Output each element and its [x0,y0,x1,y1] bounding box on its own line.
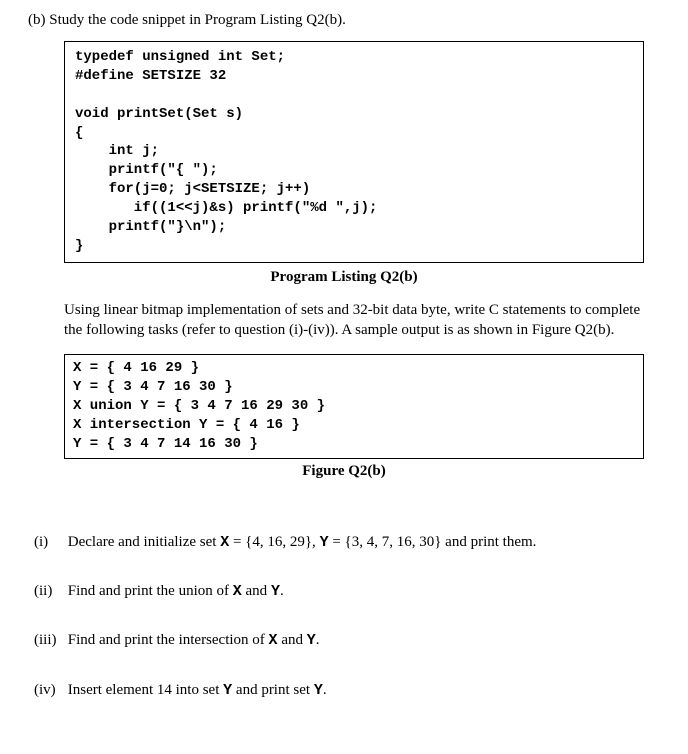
code-line: if((1<<j)&s) printf("%d ",j); [75,200,377,216]
subquestion-iii: (iii) Find and print the intersection of… [34,630,644,651]
subq-text: Find and print the union of [68,583,233,599]
program-listing-caption: Program Listing Q2(b) [24,269,664,286]
question-header: (b) Study the code snippet in Program Li… [28,12,664,29]
output-line: Y = { 3 4 7 16 30 } [73,379,233,395]
subq-number: (iv) [34,680,64,700]
subquestion-iv: (iv) Insert element 14 into set Y and pr… [34,680,644,701]
output-line: X = { 4 16 29 } [73,360,199,376]
output-line: X intersection Y = { 4 16 } [73,417,300,433]
subq-text: = {4, 16, 29}, [229,534,319,550]
subq-number: (ii) [34,581,64,601]
figure-caption: Figure Q2(b) [24,463,664,480]
sample-output-box: X = { 4 16 29 } Y = { 3 4 7 16 30 } X un… [64,354,644,458]
var-y: Y [307,632,316,649]
var-y: Y [314,682,323,699]
subq-text: and [278,632,307,648]
code-line: int j; [75,143,159,159]
var-y: Y [320,534,329,551]
subq-text: Find and print the intersection of [68,632,269,648]
code-line: typedef unsigned int Set; [75,49,285,65]
subq-text: Declare and initialize set [68,534,220,550]
subq-number: (iii) [34,630,64,650]
var-y: Y [223,682,232,699]
code-line: { [75,125,83,141]
output-line: Y = { 3 4 7 14 16 30 } [73,436,258,452]
subq-text: Insert element 14 into set [68,682,223,698]
subq-text: and [242,583,271,599]
subq-text: . [280,583,284,599]
subq-text: . [316,632,320,648]
subq-text: and print set [232,682,314,698]
subq-text: = {3, 4, 7, 16, 30} and print them. [329,534,537,550]
var-x: X [233,583,242,600]
var-x: X [220,534,229,551]
var-x: X [269,632,278,649]
code-line: #define SETSIZE 32 [75,68,226,84]
code-line: void printSet(Set s) [75,106,243,122]
code-line: printf("{ "); [75,162,218,178]
subquestion-i: (i) Declare and initialize set X = {4, 1… [34,532,644,553]
var-y: Y [271,583,280,600]
program-listing-code: typedef unsigned int Set; #define SETSIZ… [64,41,644,263]
code-line: for(j=0; j<SETSIZE; j++) [75,181,310,197]
output-line: X union Y = { 3 4 7 16 29 30 } [73,398,325,414]
code-line: printf("}\n"); [75,219,226,235]
subquestion-ii: (ii) Find and print the union of X and Y… [34,581,644,602]
code-line: } [75,238,83,254]
subq-text: . [323,682,327,698]
subq-number: (i) [34,532,64,552]
instruction-paragraph: Using linear bitmap implementation of se… [64,300,644,341]
